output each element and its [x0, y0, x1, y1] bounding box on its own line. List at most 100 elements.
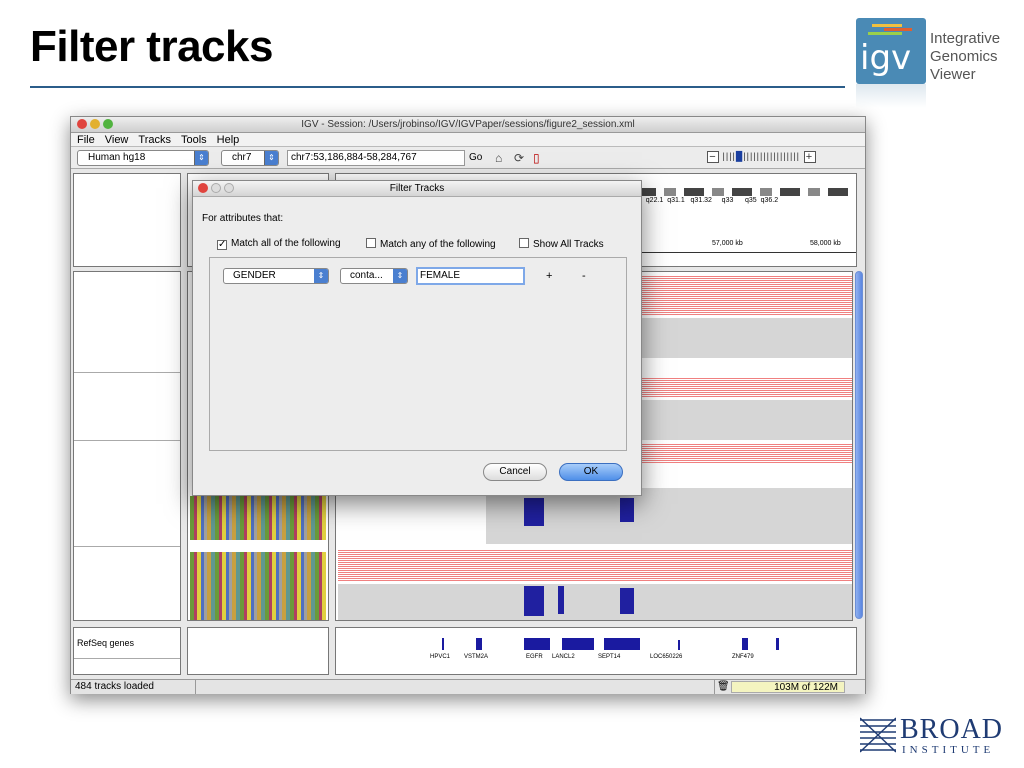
memory-indicator: 103M of 122M	[731, 681, 845, 693]
zoom-widget[interactable]: − ||||█||||||||||||||||| +	[707, 151, 857, 165]
igv-logo-line2: Genomics	[930, 48, 998, 65]
gene-feature	[604, 638, 640, 650]
gene-label: LANCL2	[552, 654, 575, 660]
gene-label: LOC650226	[650, 654, 683, 660]
vertical-scrollbar[interactable]	[855, 271, 863, 619]
igv-logo-reflection	[856, 84, 926, 108]
dialog-zoom-button	[224, 183, 234, 193]
operator-select-value: conta...	[350, 270, 383, 281]
copy-number-rows	[338, 550, 852, 582]
attribute-select[interactable]: GENDER ⇕	[223, 268, 329, 284]
roi-icon[interactable]: ▯	[533, 151, 540, 165]
menu-tracks[interactable]: Tracks	[138, 134, 171, 146]
refseq-label: RefSeq genes	[77, 638, 135, 648]
zoom-in-icon[interactable]: +	[803, 151, 816, 163]
checkbox-icon	[366, 238, 376, 248]
zoom-out-icon[interactable]: −	[707, 151, 719, 163]
zoom-window-button[interactable]	[103, 119, 113, 129]
menu-tools[interactable]: Tools	[181, 134, 207, 146]
gene-feature	[524, 638, 550, 650]
gene-feature	[442, 638, 444, 650]
select-arrows-icon: ⇕	[314, 269, 328, 283]
dialog-close-button[interactable]	[198, 183, 208, 193]
igv-logo-text: igv	[860, 38, 912, 78]
show-all-label: Show All Tracks	[533, 239, 604, 250]
match-any-label: Match any of the following	[380, 239, 496, 250]
ok-button[interactable]: OK	[559, 463, 623, 481]
igv-logo-stripes	[864, 24, 918, 36]
mutation-block	[558, 586, 564, 614]
gene-feature	[678, 640, 680, 650]
match-any-checkbox[interactable]: Match any of the following	[366, 238, 496, 251]
chromosome-ideogram	[636, 188, 856, 196]
gene-label: HPVC1	[430, 654, 451, 660]
mutation-block	[524, 586, 544, 616]
checkbox-checked-icon: ✓	[217, 239, 227, 250]
title-rule	[30, 86, 845, 88]
grey-band	[636, 318, 852, 358]
trash-icon[interactable]: 🗑	[717, 680, 730, 694]
window-controls	[77, 119, 116, 135]
cancel-button[interactable]: Cancel	[483, 463, 547, 481]
igv-logo: igv Integrative Genomics Viewer	[856, 18, 1024, 110]
divider	[74, 658, 180, 659]
chromosome-select[interactable]: chr7 ⇕	[221, 150, 279, 166]
window-title: IGV - Session: /Users/jrobinso/IGV/IGVPa…	[301, 119, 635, 130]
data-name-panel	[73, 271, 181, 621]
refseq-track: HPVC1 VSTM2A EGFR LANCL2 SEPT14 LOC65022…	[335, 627, 857, 675]
gene-feature	[562, 638, 594, 650]
attribute-heatmap	[190, 552, 326, 620]
ruler-line	[636, 252, 856, 253]
slide-title: Filter tracks	[30, 22, 273, 71]
gene-label: SEPT14	[598, 654, 621, 660]
menu-bar: File View Tracks Tools Help	[71, 133, 865, 147]
dialog-controls	[198, 183, 237, 199]
menu-help[interactable]: Help	[217, 134, 240, 146]
mutation-block	[524, 498, 544, 526]
match-all-checkbox[interactable]: ✓ Match all of the following	[217, 238, 341, 250]
select-arrows-icon: ⇕	[393, 269, 407, 283]
minimize-window-button[interactable]	[90, 119, 100, 129]
cytoband-labels: 2 q22.1 q31.1 q31.32 q33 q35 q36.2	[638, 197, 779, 204]
operator-select[interactable]: conta... ⇕	[340, 268, 408, 284]
refresh-icon[interactable]: ⟳	[514, 151, 524, 165]
menu-view[interactable]: View	[105, 134, 129, 146]
match-all-label: Match all of the following	[231, 238, 341, 249]
feature-name-panel: RefSeq genes	[73, 627, 181, 675]
for-attributes-label: For attributes that:	[202, 213, 284, 224]
divider	[74, 546, 180, 547]
broad-logo-name: BROAD	[900, 714, 1004, 745]
show-all-checkbox[interactable]: Show All Tracks	[519, 238, 604, 251]
mutation-block	[620, 588, 634, 614]
remove-rule-button[interactable]: -	[582, 270, 586, 282]
add-rule-button[interactable]: +	[546, 270, 552, 282]
home-icon[interactable]: ⌂	[495, 151, 502, 165]
go-button[interactable]: Go	[469, 152, 482, 163]
igv-logo-mark: igv	[856, 18, 926, 84]
header-name-panel	[73, 173, 181, 267]
status-message	[195, 680, 715, 694]
genome-select[interactable]: Human hg18 ⇕	[77, 150, 209, 166]
zoom-ticks[interactable]: ||||█|||||||||||||||||	[723, 151, 804, 161]
broad-logo: BROAD INSTITUTE	[860, 714, 1010, 758]
menu-file[interactable]: File	[77, 134, 95, 146]
attribute-select-value: GENDER	[233, 270, 276, 281]
select-arrows-icon: ⇕	[264, 151, 278, 165]
dialog-minimize-button	[211, 183, 221, 193]
gene-feature	[476, 638, 482, 650]
copy-number-rows	[636, 378, 852, 398]
ruler-label-right: 58,000 kb	[810, 240, 841, 247]
genome-select-value: Human hg18	[88, 152, 146, 163]
checkbox-icon	[519, 238, 529, 248]
close-window-button[interactable]	[77, 119, 87, 129]
filter-rules-panel: GENDER ⇕ conta... ⇕ FEMALE + -	[209, 257, 627, 451]
igv-logo-line3: Viewer	[930, 66, 976, 83]
grey-band	[636, 400, 852, 440]
select-arrows-icon: ⇕	[194, 151, 208, 165]
broad-logo-subtitle: INSTITUTE	[902, 744, 995, 756]
gene-label: ZNF479	[732, 654, 754, 660]
tracks-loaded-status: 484 tracks loaded	[75, 681, 154, 692]
filter-value-input[interactable]: FEMALE	[416, 267, 525, 285]
filter-tracks-dialog: Filter Tracks For attributes that: ✓ Matc…	[192, 180, 642, 496]
locus-field[interactable]: chr7:53,186,884-58,284,767	[287, 150, 465, 166]
